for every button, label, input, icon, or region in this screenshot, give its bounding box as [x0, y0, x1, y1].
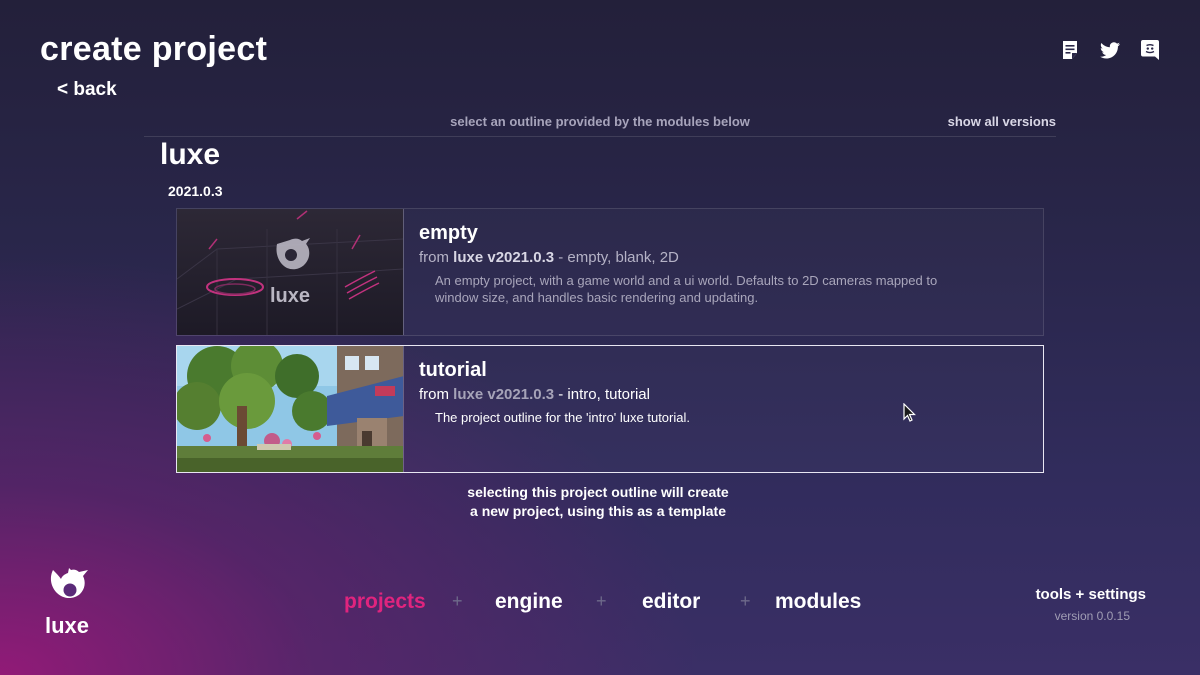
nav-modules[interactable]: modules	[775, 590, 861, 614]
main-nav: projects + engine + editor + modules	[0, 590, 1200, 620]
outline-source: from luxe v2021.0.3 - intro, tutorial	[419, 386, 650, 403]
document-icon[interactable]	[1060, 40, 1080, 60]
outline-description: An empty project, with a game world and …	[435, 273, 938, 305]
outline-thumbnail-empty: luxe	[177, 209, 404, 335]
page-title: create project	[40, 30, 268, 68]
nav-engine[interactable]: engine	[495, 590, 563, 614]
selection-note: selecting this project outline will crea…	[467, 484, 729, 519]
nav-separator: +	[596, 591, 607, 611]
nav-projects[interactable]: projects	[344, 590, 426, 614]
outline-name: tutorial	[419, 359, 487, 381]
divider	[144, 136, 1056, 137]
outline-thumbnail-tutorial	[177, 346, 404, 472]
thumb-logo-text: luxe	[270, 285, 310, 307]
twitter-icon[interactable]	[1100, 40, 1120, 60]
nav-editor[interactable]: editor	[642, 590, 700, 614]
mouse-cursor-icon	[903, 402, 917, 428]
back-button[interactable]: < back	[57, 79, 117, 101]
app-version: version 0.0.15	[1054, 609, 1130, 623]
discord-icon[interactable]	[1140, 40, 1160, 60]
outline-card-empty[interactable]: luxe empty from luxe v2021.0.3 - empty, …	[176, 208, 1044, 336]
nav-separator: +	[452, 591, 463, 611]
nav-separator: +	[740, 591, 751, 611]
show-all-versions-button[interactable]: show all versions	[948, 114, 1056, 129]
module-version: 2021.0.3	[168, 183, 223, 199]
module-heading: luxe	[160, 138, 221, 171]
tools-settings-button[interactable]: tools + settings	[1036, 586, 1146, 603]
outline-name: empty	[419, 222, 478, 244]
outline-description: The project outline for the 'intro' luxe…	[435, 410, 690, 425]
top-icon-bar	[1060, 40, 1160, 60]
outline-source: from luxe v2021.0.3 - empty, blank, 2D	[419, 249, 679, 266]
